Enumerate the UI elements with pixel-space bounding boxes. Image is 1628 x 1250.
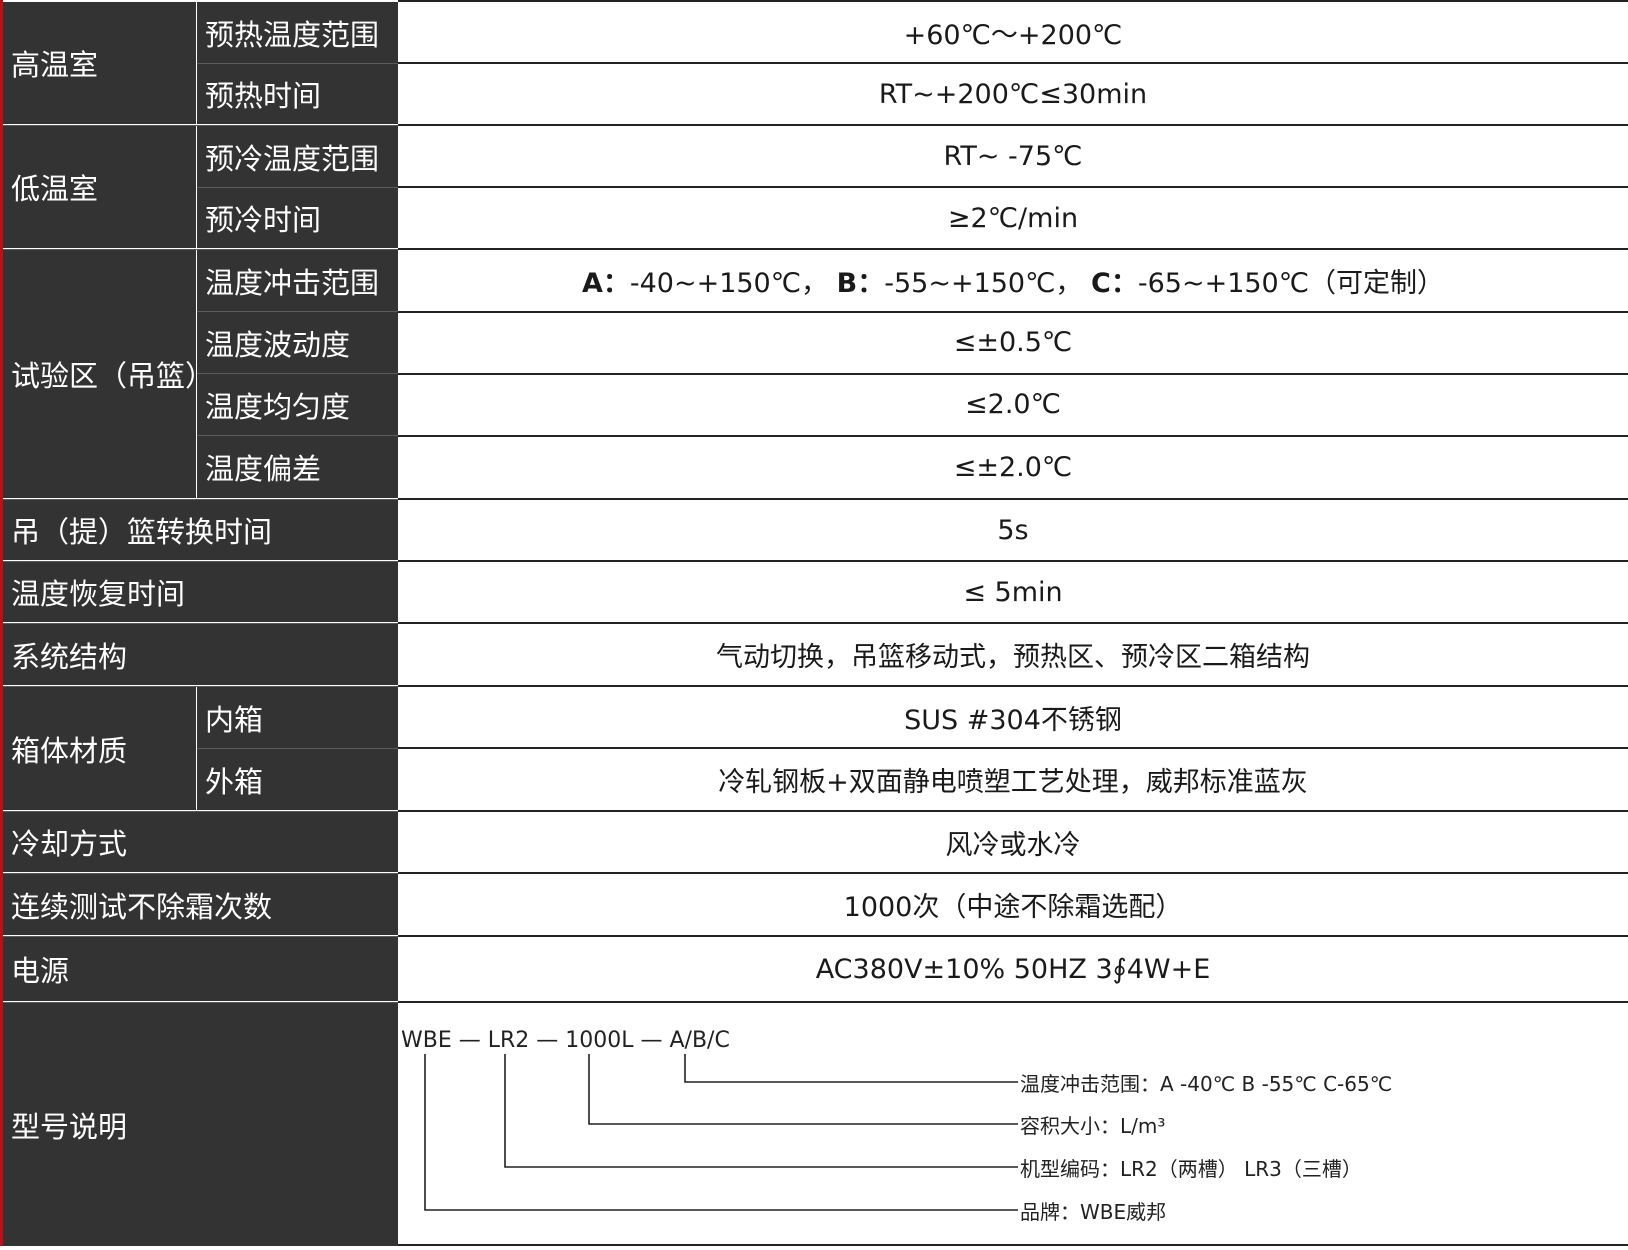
value-shock-range: A： -40~+150℃， B： -55~+150℃， C： -65~+150℃（可定…: [398, 250, 1628, 311]
label-temp-recovery-time: 温度恢复时间: [3, 562, 398, 622]
connector-machine-code: [504, 1054, 1018, 1168]
model-note-machine-code: 机型编码：LR2（两槽） LR3（三槽）: [1020, 1157, 1362, 1181]
row-separator: [398, 248, 1628, 250]
model-connector-lines: [424, 1054, 1018, 1211]
value-preheat-time: RT~+200℃≤30min: [398, 64, 1628, 124]
shock-c-value: -65~+150℃（可定制）: [1137, 268, 1445, 299]
label-separator: [197, 373, 398, 374]
row-separator: [398, 186, 1628, 188]
row-separator: [398, 498, 1628, 500]
sub-precool-time: 预冷时间: [197, 188, 398, 248]
sub-uniformity: 温度均匀度: [197, 374, 398, 435]
sub-shock-range: 温度冲击范围: [197, 250, 398, 311]
connector-temp-range: [684, 1054, 1018, 1083]
shock-b-label: B：: [836, 268, 885, 299]
label-power-supply: 电源: [3, 937, 398, 1001]
row-separator: [398, 373, 1628, 375]
row-separator: [398, 311, 1628, 313]
sub-precool-range: 预冷温度范围: [197, 126, 398, 187]
sub-preheat-range: 预热温度范围: [197, 2, 398, 63]
model-note-volume: 容积大小：L/m³: [1020, 1114, 1165, 1138]
sub-outer-box: 外箱: [197, 749, 398, 810]
label-separator: [3, 1002, 398, 1003]
value-uniformity: ≤2.0℃: [398, 374, 1628, 435]
label-high-temp-chamber: 高温室: [3, 2, 196, 124]
sub-fluctuation: 温度波动度: [197, 312, 398, 373]
shock-a-value: -40~+150℃，: [629, 268, 829, 299]
label-separator: [197, 187, 398, 188]
label-separator: [3, 623, 398, 624]
value-preheat-range: +60℃～+200℃: [398, 2, 1628, 63]
row-separator: [398, 935, 1628, 937]
value-cooling-method: 风冷或水冷: [398, 812, 1628, 872]
row-separator: [398, 747, 1628, 749]
label-separator: [3, 125, 398, 126]
label-separator: [197, 63, 398, 64]
value-inner-box: SUS #304不锈钢: [398, 687, 1628, 748]
model-diagram: WBE — LR2 — 1000L — A/B/C 温度冲击范围：A -40℃ …: [398, 1003, 1628, 1246]
label-separator: [3, 811, 398, 812]
row-separator: [398, 622, 1628, 624]
value-system-structure: 气动切换，吊篮移动式，预热区、预冷区二箱结构: [398, 624, 1628, 685]
sub-inner-box: 内箱: [197, 687, 398, 748]
label-system-structure: 系统结构: [3, 624, 398, 685]
label-separator: [197, 311, 398, 312]
label-separator: [3, 499, 398, 500]
label-test-zone-basket: 试验区（吊篮）: [3, 250, 196, 498]
label-low-temp-chamber: 低温室: [3, 126, 196, 248]
value-precool-range: RT~ -75℃: [398, 126, 1628, 187]
label-separator: [3, 686, 398, 687]
spec-table: 高温室 低温室 试验区（吊篮） 吊（提）篮转换时间 温度恢复时间 系统结构 箱体…: [0, 0, 1628, 1246]
row-separator: [398, 62, 1628, 64]
row-separator: [398, 872, 1628, 874]
table-top-border: [398, 0, 1628, 2]
sub-preheat-time: 预热时间: [197, 64, 398, 124]
label-cooling-method: 冷却方式: [3, 812, 398, 872]
label-separator: [3, 561, 398, 562]
label-separator: [3, 873, 398, 874]
value-deviation: ≤±2.0℃: [398, 436, 1628, 498]
label-basket-switch-time: 吊（提）篮转换时间: [3, 500, 398, 560]
shock-c-label: C：: [1091, 268, 1138, 299]
row-separator: [398, 560, 1628, 562]
label-cabinet-material: 箱体材质: [3, 687, 196, 810]
value-fluctuation: ≤±0.5℃: [398, 312, 1628, 373]
connector-brand: [424, 1054, 1018, 1211]
value-temp-recovery-time: ≤ 5min: [398, 562, 1628, 622]
label-separator: [197, 435, 398, 436]
model-note-temp-range: 温度冲击范围：A -40℃ B -55℃ C-65℃: [1020, 1072, 1392, 1096]
shock-b-value: -55~+150℃，: [884, 268, 1083, 299]
value-precool-time: ≥2℃/min: [398, 188, 1628, 248]
value-basket-switch-time: 5s: [398, 500, 1628, 560]
model-diagram-svg: WBE — LR2 — 1000L — A/B/C 温度冲击范围：A -40℃ …: [401, 1028, 1392, 1224]
label-separator: [197, 748, 398, 749]
value-continuous-test-count: 1000次（中途不除霜选配）: [398, 874, 1628, 935]
connector-volume: [588, 1054, 1018, 1125]
model-note-brand: 品牌：WBE威邦: [1020, 1200, 1166, 1224]
left-accent-border: [0, 0, 3, 1246]
model-code: WBE — LR2 — 1000L — A/B/C: [401, 1028, 730, 1053]
sub-deviation: 温度偏差: [197, 436, 398, 498]
row-separator: [398, 685, 1628, 687]
label-separator: [3, 249, 398, 250]
shock-a-label: A：: [581, 268, 630, 299]
label-separator: [3, 936, 398, 937]
row-separator: [398, 124, 1628, 126]
label-model-description: 型号说明: [3, 1003, 398, 1246]
value-outer-box: 冷轧钢板+双面静电喷塑工艺处理，威邦标准蓝灰: [398, 749, 1628, 810]
row-separator: [398, 435, 1628, 437]
label-continuous-test-count: 连续测试不除霜次数: [3, 874, 398, 935]
value-power-supply: AC380V±10% 50HZ 3∮4W+E: [398, 937, 1628, 1001]
row-separator: [398, 810, 1628, 812]
